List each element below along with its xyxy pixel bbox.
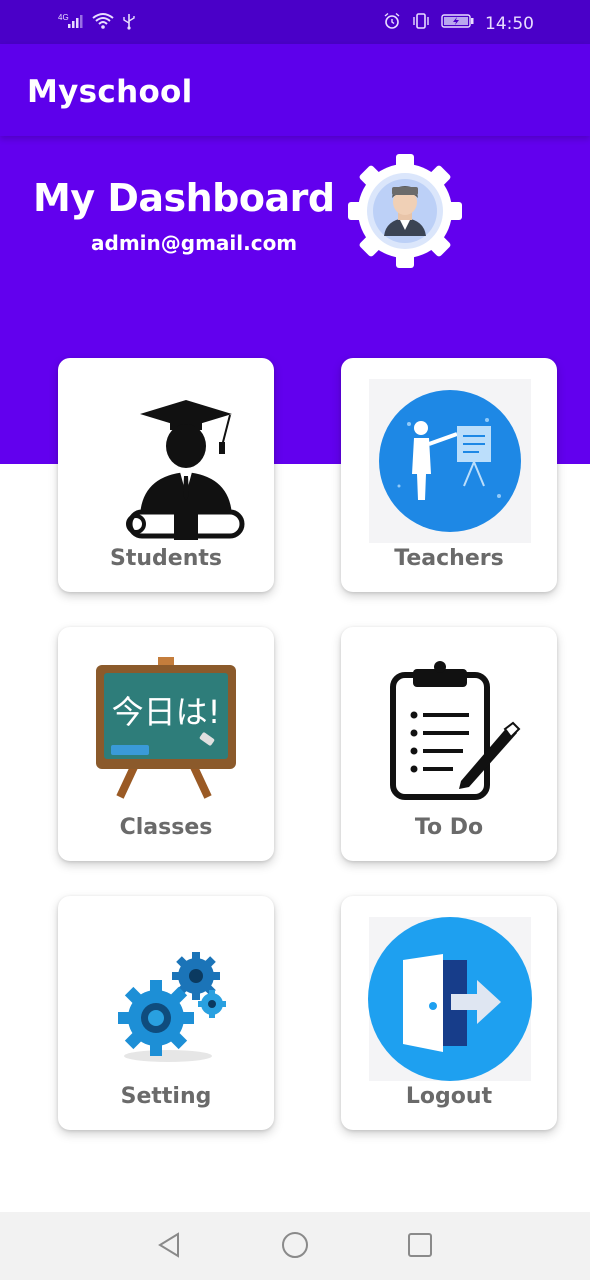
recents-icon[interactable] bbox=[405, 1230, 435, 1260]
home-icon[interactable] bbox=[280, 1230, 310, 1260]
graduate-icon bbox=[76, 376, 256, 546]
students-label: Students bbox=[110, 546, 222, 571]
classes-label: Classes bbox=[119, 815, 213, 840]
system-nav-bar bbox=[0, 1212, 590, 1280]
setting-label: Setting bbox=[120, 1084, 212, 1109]
network-type: 4G bbox=[58, 13, 69, 22]
clock-time: 14:50 bbox=[485, 13, 534, 34]
setting-card[interactable]: Setting bbox=[58, 896, 274, 1130]
chalkboard-text: 今日は! bbox=[112, 693, 221, 731]
teachers-label: Teachers bbox=[394, 546, 504, 571]
signal-icon: 4G bbox=[58, 12, 84, 33]
vibrate-icon bbox=[411, 12, 431, 35]
clipboard-icon bbox=[359, 645, 539, 815]
dashboard-title: My Dashboard bbox=[33, 176, 335, 220]
logout-door-icon bbox=[359, 914, 539, 1084]
profile-avatar-icon[interactable] bbox=[346, 152, 464, 270]
usb-icon bbox=[122, 12, 136, 33]
classes-card[interactable]: 今日は! Classes bbox=[58, 627, 274, 861]
battery-icon bbox=[441, 13, 475, 34]
logout-card[interactable]: Logout bbox=[341, 896, 557, 1130]
app-bar: Myschool bbox=[0, 44, 590, 136]
todo-card[interactable]: To Do bbox=[341, 627, 557, 861]
chalkboard-icon: 今日は! bbox=[76, 645, 256, 815]
gears-icon bbox=[76, 914, 256, 1084]
wifi-icon bbox=[92, 12, 114, 33]
teacher-icon bbox=[359, 376, 539, 546]
logout-label: Logout bbox=[405, 1084, 493, 1109]
students-card[interactable]: Students bbox=[58, 358, 274, 592]
app-title: Myschool bbox=[27, 74, 193, 110]
todo-label: To Do bbox=[414, 815, 484, 840]
alarm-icon bbox=[383, 12, 401, 35]
back-icon[interactable] bbox=[154, 1230, 184, 1260]
user-email: admin@gmail.com bbox=[91, 231, 298, 255]
status-bar: 4G 14:50 bbox=[0, 0, 590, 44]
teachers-card[interactable]: Teachers bbox=[341, 358, 557, 592]
